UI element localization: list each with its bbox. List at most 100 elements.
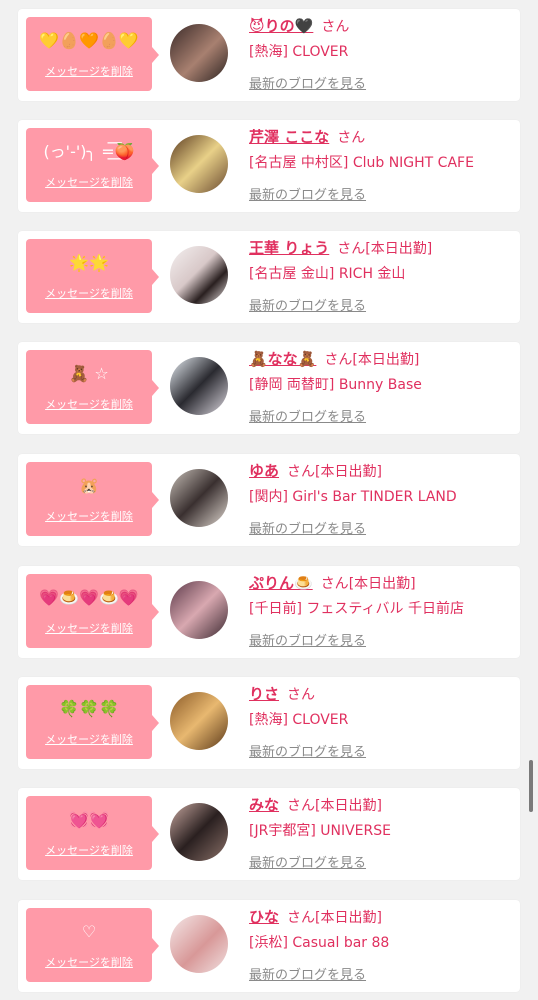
list-item: 🌟🌟 メッセージを削除 王華 りょう さん[本日出勤] [名古屋 金山] RICH… bbox=[18, 231, 520, 323]
avatar[interactable] bbox=[170, 692, 228, 750]
delete-message-link[interactable]: メッセージを削除 bbox=[26, 954, 152, 970]
latest-blog-link[interactable]: 最新のブログを見る bbox=[249, 184, 366, 203]
list-item: 🐹 メッセージを削除 ゆあ さん[本日出勤] [関内] Girl's Bar TI… bbox=[18, 454, 520, 546]
profile-photo bbox=[170, 135, 228, 193]
latest-blog-link[interactable]: 最新のブログを見る bbox=[249, 518, 366, 537]
shop-name: [名古屋 金山] RICH 金山 bbox=[249, 266, 406, 282]
list-item: 🍀🍀🍀 メッセージを削除 りさ さん [熱海] CLOVER 最新のブログを見る bbox=[18, 677, 520, 769]
message-bubble: ♡ メッセージを削除 bbox=[26, 908, 159, 982]
message-bubble: 🍀🍀🍀 メッセージを削除 bbox=[26, 685, 159, 759]
delete-message-link[interactable]: メッセージを削除 bbox=[26, 508, 152, 524]
honorific: さん bbox=[287, 687, 316, 703]
delete-message-link[interactable]: メッセージを削除 bbox=[26, 174, 152, 190]
avatar[interactable] bbox=[170, 581, 228, 639]
message-bubble: 🧸 ☆ メッセージを削除 bbox=[26, 350, 159, 424]
girl-name-link[interactable]: ひな bbox=[249, 908, 279, 926]
list-item: 🧸 ☆ メッセージを削除 🧸なな🧸 さん[本日出勤] [静岡 両替町] Bunny… bbox=[18, 342, 520, 434]
profile-photo bbox=[170, 469, 228, 527]
girl-name-link[interactable]: 🧸なな🧸 bbox=[249, 350, 316, 368]
girl-name-link[interactable]: みな bbox=[249, 796, 279, 814]
message-bubble: 💛🥚🧡🥚💛 メッセージを削除 bbox=[26, 17, 159, 91]
profile-photo bbox=[170, 357, 228, 415]
name-line: 芹澤 ここな さん bbox=[249, 126, 365, 147]
message-bubble: 💓💓 メッセージを削除 bbox=[26, 796, 159, 870]
delete-message-link[interactable]: メッセージを削除 bbox=[26, 620, 152, 636]
girl-name-link[interactable]: 芹澤 ここな bbox=[249, 128, 329, 146]
latest-blog-link[interactable]: 最新のブログを見る bbox=[249, 73, 366, 92]
shop-name: [熱海] CLOVER bbox=[249, 712, 349, 728]
honorific: さん bbox=[337, 130, 366, 146]
profile-photo bbox=[170, 915, 228, 973]
message-bubble: 🌟🌟 メッセージを削除 bbox=[26, 239, 159, 313]
honorific: さん bbox=[287, 798, 316, 814]
status-badge: [本日出勤] bbox=[315, 798, 382, 814]
name-line: 😈りの🖤 さん bbox=[249, 15, 349, 36]
latest-blog-link[interactable]: 最新のブログを見る bbox=[249, 406, 366, 425]
message-text: 💛🥚🧡🥚💛 bbox=[39, 31, 139, 50]
message-bubble: 🐹 メッセージを削除 bbox=[26, 462, 159, 536]
message-text: 💗🍮💗🍮💗 bbox=[39, 588, 139, 607]
girl-name-link[interactable]: 王華 りょう bbox=[249, 239, 329, 257]
honorific: さん bbox=[287, 464, 316, 480]
honorific: さん bbox=[321, 19, 350, 35]
avatar[interactable] bbox=[170, 915, 228, 973]
latest-blog-link[interactable]: 最新のブログを見る bbox=[249, 295, 366, 314]
list-item: 💛🥚🧡🥚💛 メッセージを削除 😈りの🖤 さん [熱海] CLOVER 最新のブログ… bbox=[18, 9, 520, 101]
message-bubble: 💗🍮💗🍮💗 メッセージを削除 bbox=[26, 574, 159, 648]
latest-blog-link[interactable]: 最新のブログを見る bbox=[249, 741, 366, 760]
shop-name: [浜松] Casual bar 88 bbox=[249, 935, 390, 951]
avatar[interactable] bbox=[170, 246, 228, 304]
avatar[interactable] bbox=[170, 469, 228, 527]
delete-message-link[interactable]: メッセージを削除 bbox=[26, 731, 152, 747]
shop-name: [静岡 両替町] Bunny Base bbox=[249, 377, 422, 393]
list-item: (っ'-')╮ =͟͟͞͞🍑 メッセージを削除 芹澤 ここな さん [名古屋 中村… bbox=[18, 120, 520, 212]
message-text: (っ'-')╮ =͟͟͞͞🍑 bbox=[43, 142, 135, 161]
girl-name-link[interactable]: りさ bbox=[249, 685, 279, 703]
message-text: 💓💓 bbox=[69, 810, 109, 829]
shop-name: [千日前] フェスティバル 千日前店 bbox=[249, 601, 464, 617]
name-line: 🧸なな🧸 さん[本日出勤] bbox=[249, 348, 419, 369]
list-item: ♡ メッセージを削除 ひな さん[本日出勤] [浜松] Casual bar 88… bbox=[18, 900, 520, 992]
message-text: 🌟🌟 bbox=[69, 253, 109, 272]
list-item: 💓💓 メッセージを削除 みな さん[本日出勤] [JR宇都宮] UNIVERSE … bbox=[18, 788, 520, 880]
girl-name-link[interactable]: ゆあ bbox=[249, 462, 279, 480]
profile-photo bbox=[170, 246, 228, 304]
message-text: 🍀🍀🍀 bbox=[59, 699, 119, 718]
girl-name-link[interactable]: 😈りの🖤 bbox=[249, 17, 313, 35]
avatar[interactable] bbox=[170, 24, 228, 82]
avatar[interactable] bbox=[170, 357, 228, 415]
message-text: 🧸 ☆ bbox=[69, 364, 109, 383]
shop-name: [熱海] CLOVER bbox=[249, 44, 349, 60]
profile-photo bbox=[170, 692, 228, 750]
scrollbar[interactable] bbox=[529, 760, 533, 812]
profile-photo bbox=[170, 581, 228, 639]
delete-message-link[interactable]: メッセージを削除 bbox=[26, 285, 152, 301]
name-line: りさ さん bbox=[249, 683, 315, 704]
message-bubble: (っ'-')╮ =͟͟͞͞🍑 メッセージを削除 bbox=[26, 128, 159, 202]
name-line: ぷりん🍮 さん[本日出勤] bbox=[249, 572, 416, 593]
name-line: 王華 りょう さん[本日出勤] bbox=[249, 237, 432, 258]
latest-blog-link[interactable]: 最新のブログを見る bbox=[249, 964, 366, 983]
honorific: さん bbox=[287, 910, 316, 926]
status-badge: [本日出勤] bbox=[348, 576, 416, 592]
honorific: さん bbox=[337, 241, 366, 257]
girl-name-link[interactable]: ぷりん🍮 bbox=[249, 574, 313, 592]
latest-blog-link[interactable]: 最新のブログを見る bbox=[249, 630, 366, 649]
avatar[interactable] bbox=[170, 803, 228, 861]
avatar[interactable] bbox=[170, 135, 228, 193]
status-badge: [本日出勤] bbox=[315, 910, 382, 926]
honorific: さん bbox=[324, 352, 353, 368]
message-text: ♡ bbox=[81, 922, 97, 941]
shop-name: [名古屋 中村区] Club NIGHT CAFE bbox=[249, 155, 474, 171]
delete-message-link[interactable]: メッセージを削除 bbox=[26, 842, 152, 858]
shop-name: [JR宇都宮] UNIVERSE bbox=[249, 823, 391, 839]
delete-message-link[interactable]: メッセージを削除 bbox=[26, 63, 152, 79]
delete-message-link[interactable]: メッセージを削除 bbox=[26, 396, 152, 412]
status-badge: [本日出勤] bbox=[315, 464, 382, 480]
status-badge: [本日出勤] bbox=[365, 241, 433, 257]
message-text: 🐹 bbox=[79, 476, 99, 495]
name-line: みな さん[本日出勤] bbox=[249, 794, 382, 815]
name-line: ゆあ さん[本日出勤] bbox=[249, 460, 382, 481]
latest-blog-link[interactable]: 最新のブログを見る bbox=[249, 852, 366, 871]
profile-photo bbox=[170, 24, 228, 82]
